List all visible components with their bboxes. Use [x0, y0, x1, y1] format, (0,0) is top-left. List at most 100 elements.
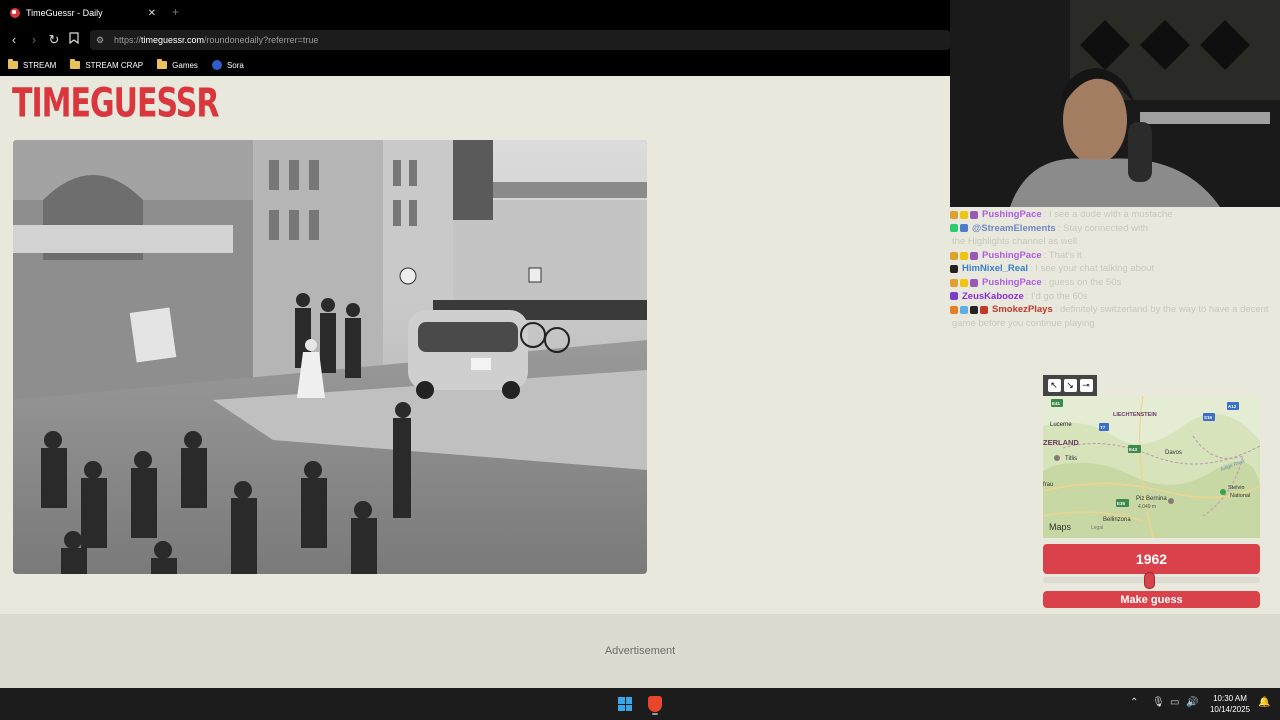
map-controls: ↖ ↘ ⊸ — [1043, 375, 1097, 396]
microphone-icon[interactable]: 🎙 — [1152, 697, 1165, 708]
advertisement-label: Advertisement — [604, 645, 676, 657]
bookmark-stream[interactable]: STREAM — [8, 59, 56, 70]
chat-badge-icon — [960, 210, 968, 219]
shield-a12: A12 — [1228, 404, 1237, 409]
apple-maps-label: Maps — [1049, 522, 1072, 532]
chat-badge-icon — [950, 292, 958, 301]
chat-message: ZeusKabooze: I'd go the 60s — [950, 290, 1280, 304]
shrink-arrow-icon[interactable]: ↘ — [1063, 379, 1077, 392]
chat-message-text: : guess on the 50s — [1043, 276, 1122, 288]
chat-username: SmokezPlays — [992, 304, 1053, 316]
browser-tab[interactable]: TimeGuessr - Daily ✕ — [4, 2, 164, 24]
chat-message: PushingPace: That's it — [950, 249, 1280, 263]
windows-start-icon[interactable] — [618, 697, 632, 711]
shield-e35: E35 — [1117, 501, 1126, 506]
bookmark-sora[interactable]: Sora — [211, 60, 244, 70]
folder-icon — [70, 59, 81, 69]
map-label-legal: Legal — [1091, 525, 1103, 531]
chat-message-text: : I see your chat talking about — [1030, 263, 1155, 275]
back-icon[interactable]: ‹ — [6, 32, 22, 48]
shield-s16: S16 — [1204, 415, 1213, 420]
stream-chat: PushingPace: I see a dude with a mustach… — [950, 208, 1280, 333]
guess-map[interactable]: LIECHTENSTEIN Lucerne ZERLAND Titlis Dav… — [1043, 396, 1260, 538]
tray-chevron-icon[interactable]: ⌃ — [1130, 697, 1138, 708]
chat-badge-icon — [970, 251, 978, 260]
chat-message-text: : Stay connected with — [1057, 222, 1149, 234]
advertisement-banner: Advertisement — [0, 614, 1280, 688]
expand-arrow-icon[interactable]: ↖ — [1047, 379, 1061, 392]
timeguessr-logo[interactable]: TIMEGUESSR — [12, 83, 219, 125]
map-label-titlis: Titlis — [1065, 456, 1077, 462]
shield-e41: E41 — [1052, 401, 1061, 406]
chat-username: ZeusKabooze — [962, 290, 1024, 302]
chat-message-text: : I see a dude with a mustache — [1043, 209, 1173, 220]
map-label-frau: frau — [1043, 482, 1053, 488]
chat-message: PushingPace: I see a dude with a mustach… — [950, 208, 1280, 222]
volume-icon[interactable]: 🔊 — [1186, 697, 1198, 708]
historical-photo — [13, 140, 647, 574]
shield-t7: T7 — [1100, 425, 1106, 430]
url-path: /roundonedaily?referrer=true — [204, 35, 319, 45]
chat-username: PushingPace — [982, 249, 1042, 261]
shield-e43: E43 — [1129, 447, 1138, 452]
chat-badge-icon — [950, 265, 958, 274]
chat-message: SmokezPlays: definitely switzerland by t… — [950, 303, 1280, 317]
chat-badge-icon — [950, 251, 958, 260]
chat-message-text: game before you continue playing — [952, 317, 1095, 329]
address-bar[interactable]: https://timeguessr.com/roundonedaily?ref… — [90, 30, 950, 50]
bookmark-games[interactable]: Games — [157, 59, 198, 70]
chat-badge-icon — [980, 305, 988, 314]
chat-badge-icon — [970, 210, 978, 219]
chat-message: the Highlights channel as well — [950, 235, 1280, 249]
chat-badge-icon — [950, 278, 958, 287]
timeguessr-favicon-icon — [10, 8, 20, 18]
url-host: timeguessr.com — [141, 35, 205, 45]
year-display: 1962 — [1043, 544, 1260, 574]
chat-username: PushingPace — [982, 276, 1042, 288]
site-settings-icon[interactable]: ⚙ — [96, 35, 106, 45]
pin-icon[interactable]: ⊸ — [1079, 379, 1093, 392]
map-label-switzerland: ZERLAND — [1043, 438, 1079, 447]
chat-username: PushingPace — [982, 209, 1042, 220]
tab-close-icon[interactable]: ✕ — [148, 8, 156, 19]
chat-badge-icon — [960, 278, 968, 287]
make-guess-button[interactable]: Make guess — [1043, 591, 1260, 608]
chat-badge-icon — [960, 251, 968, 260]
tab-title: TimeGuessr - Daily — [26, 8, 103, 18]
year-slider-thumb[interactable] — [1143, 572, 1155, 589]
chat-message-text: : definitely switzerland by the way to h… — [1054, 304, 1269, 316]
chat-message: @StreamElements: Stay connected with — [950, 222, 1280, 236]
bookmark-icon[interactable] — [66, 32, 82, 48]
chat-badge-icon — [970, 278, 978, 287]
chat-message-text: the Highlights channel as well — [952, 236, 1078, 248]
forward-icon[interactable]: › — [26, 32, 42, 48]
bookmarks-bar: STREAM STREAM CRAP Games Sora — [0, 54, 950, 76]
chat-badge-icon — [950, 210, 958, 219]
peak-marker-icon — [1168, 498, 1174, 504]
map-label-national: National — [1230, 493, 1250, 499]
notification-icon[interactable]: 🔔 — [1258, 697, 1270, 708]
taskbar — [0, 688, 1280, 720]
chat-username: @StreamElements — [972, 222, 1056, 234]
new-tab-button[interactable]: + — [172, 5, 179, 19]
sora-icon — [211, 60, 222, 70]
map-label-liechtenstein: LIECHTENSTEIN — [1113, 412, 1157, 418]
map-label-lucerne: Lucerne — [1050, 422, 1072, 428]
brave-browser-icon[interactable] — [648, 696, 662, 712]
webcam-overlay — [950, 0, 1280, 207]
map-label-stelvio: Stelvio — [1228, 485, 1245, 491]
peak-marker-icon — [1054, 455, 1060, 461]
url-prefix: https:// — [114, 35, 142, 45]
folder-icon — [157, 59, 168, 69]
bookmark-stream-crap[interactable]: STREAM CRAP — [70, 59, 143, 70]
system-clock[interactable]: 10:30 AM 10/14/2025 — [1205, 693, 1255, 715]
reload-icon[interactable]: ↻ — [46, 32, 62, 48]
chat-message: HimNixel_Real: I see your chat talking a… — [950, 262, 1280, 276]
chat-message: PushingPace: guess on the 50s — [950, 276, 1280, 290]
chat-message: game before you continue playing — [950, 317, 1280, 331]
chat-message-text: : That's it — [1043, 249, 1082, 261]
folder-icon — [8, 59, 18, 69]
chat-badge-icon — [960, 224, 968, 233]
chat-badge-icon — [950, 224, 958, 233]
network-icon[interactable]: ▭ — [1170, 697, 1179, 708]
